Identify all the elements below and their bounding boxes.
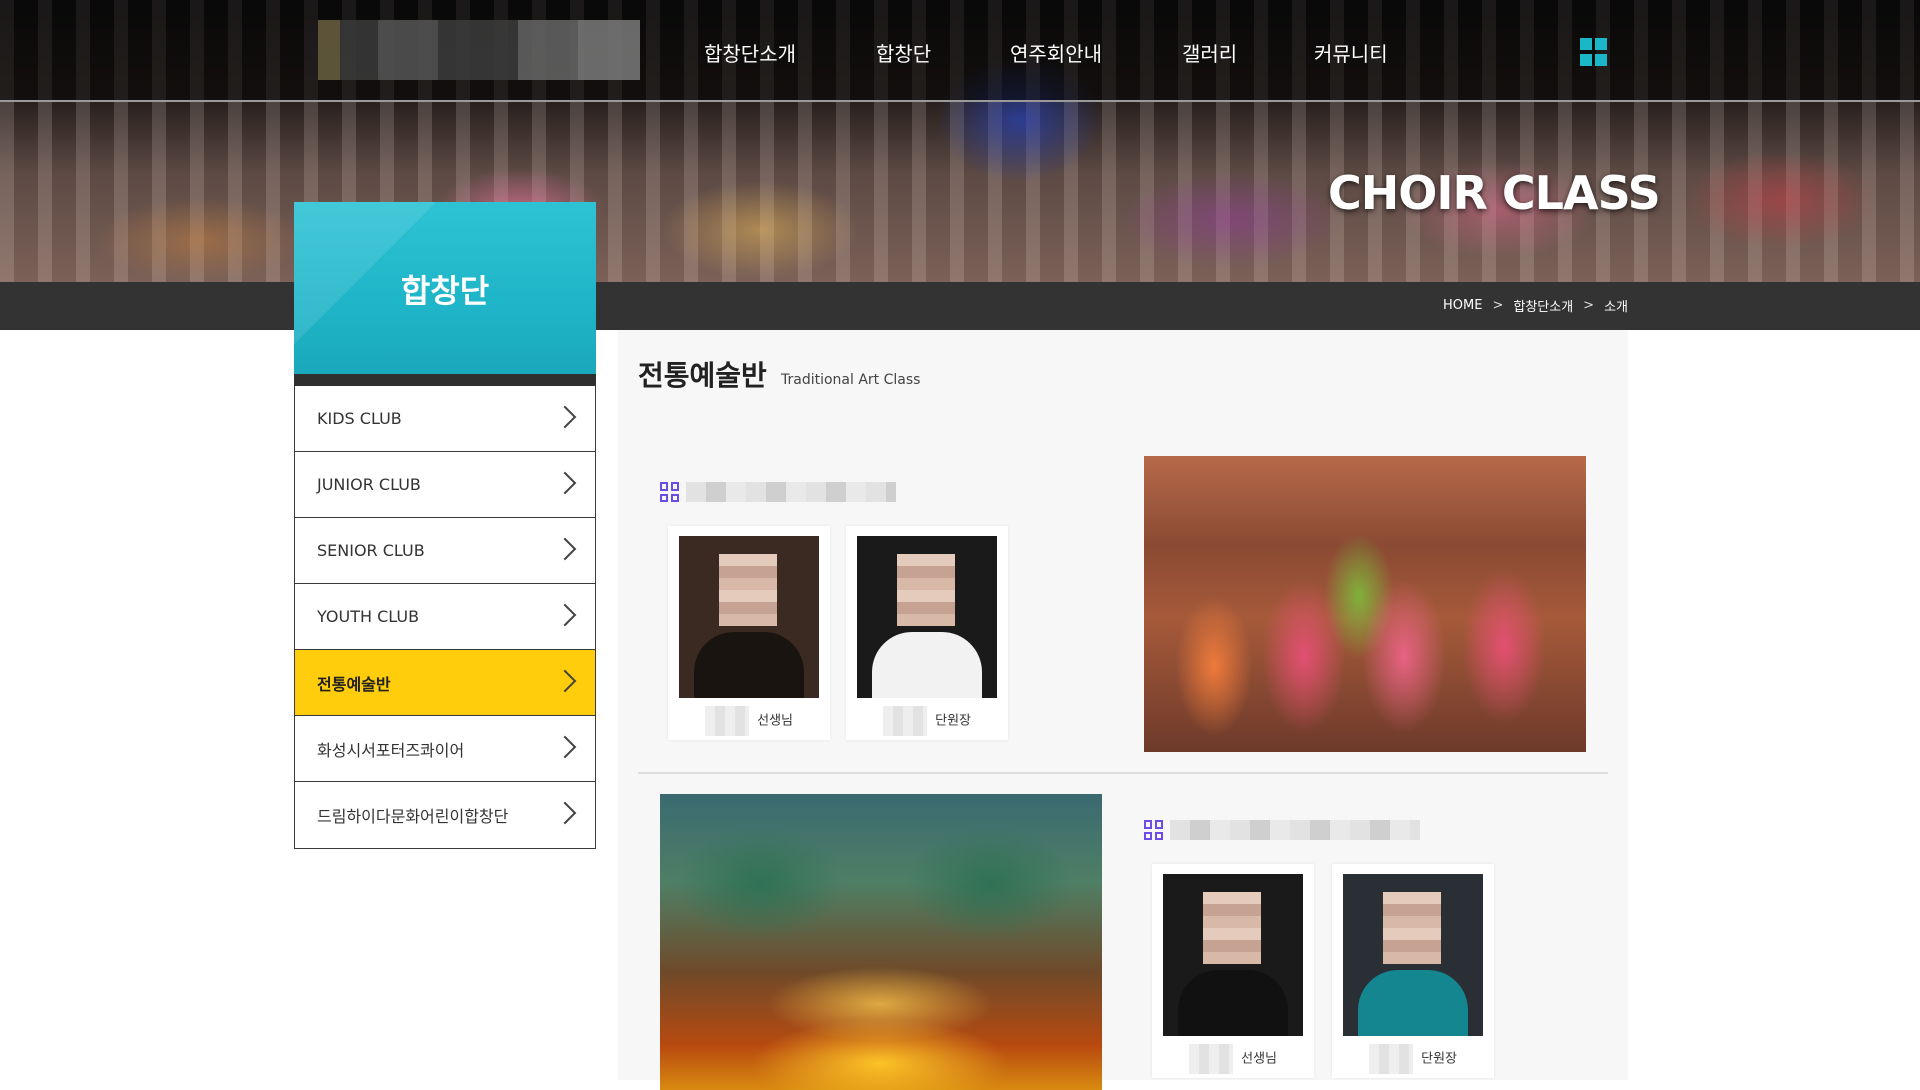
sidebar-item-label: YOUTH CLUB [317, 607, 420, 626]
sidebar-divider [294, 374, 596, 386]
page-title: 전통예술반 [638, 359, 767, 392]
chevron-right-icon [553, 669, 577, 693]
group-name-redacted [1170, 820, 1420, 840]
member-photo [679, 536, 819, 698]
member-name-redacted [1368, 1044, 1413, 1074]
grid-group-icon [1144, 820, 1164, 840]
sidebar-item-label: 전통예술반 [317, 674, 391, 694]
sidebar-menu: KIDS CLUB JUNIOR CLUB SENIOR CLUB YOUTH … [294, 386, 596, 849]
member-name-redacted [704, 706, 749, 736]
hero-title: CHOIR CLASS [1328, 166, 1661, 220]
sidebar-title: 합창단 [400, 272, 490, 310]
member-photo [1163, 874, 1303, 1036]
chevron-right-icon [553, 471, 577, 495]
member-card: 단원장 [1332, 864, 1494, 1078]
sidebar-item-label: JUNIOR CLUB [317, 475, 421, 494]
chevron-right-icon [553, 405, 577, 429]
breadcrumb: HOME > 합창단소개 > 소개 [1443, 296, 1628, 315]
site-logo[interactable] [318, 20, 640, 80]
chevron-right-icon [553, 801, 577, 825]
sidebar-item-hwaseong-supporters[interactable]: 화성시서포터즈콰이어 [295, 716, 595, 782]
header-rule [0, 100, 1920, 102]
sidebar-item-traditional-art[interactable]: 전통예술반 [295, 650, 595, 716]
nav-item-about[interactable]: 합창단소개 [704, 38, 796, 67]
breadcrumb-level2[interactable]: 소개 [1604, 296, 1628, 315]
section-divider [638, 772, 1608, 774]
sidebar-item-label: 화성시서포터즈콰이어 [317, 740, 465, 760]
member-photo [1343, 874, 1483, 1036]
member-photo [857, 536, 997, 698]
breadcrumb-home[interactable]: HOME [1443, 298, 1482, 313]
nav-item-choir[interactable]: 합창단 [876, 38, 931, 67]
sidebar-item-dreamhigh-choir[interactable]: 드림하이다문화어린이합창단 [295, 782, 595, 848]
chevron-right-icon [553, 537, 577, 561]
member-name-redacted [882, 706, 927, 736]
sidebar-item-senior-club[interactable]: SENIOR CLUB [295, 518, 595, 584]
page-subtitle: Traditional Art Class [781, 372, 921, 388]
breadcrumb-level1[interactable]: 합창단소개 [1513, 296, 1573, 315]
breadcrumb-separator: > [1492, 298, 1504, 313]
header-overlay [0, 0, 1920, 100]
grid-menu-icon[interactable] [1580, 38, 1608, 66]
sidebar-header: 합창단 [294, 202, 596, 374]
sidebar-item-label: SENIOR CLUB [317, 541, 425, 560]
dance-performance-photo [1144, 456, 1586, 752]
member-role: 선생님 [757, 713, 794, 729]
chevron-right-icon [553, 603, 577, 627]
breadcrumb-bar [0, 282, 1920, 330]
member-card: 선생님 [668, 526, 830, 740]
member-card: 단원장 [846, 526, 1008, 740]
nav-item-concerts[interactable]: 연주회안내 [1010, 38, 1102, 67]
sidebar-item-label: KIDS CLUB [317, 409, 402, 428]
group-name-redacted [686, 482, 896, 502]
nav-item-gallery[interactable]: 갤러리 [1182, 38, 1237, 67]
member-role: 선생님 [1241, 1051, 1278, 1067]
sidebar-item-youth-club[interactable]: YOUTH CLUB [295, 584, 595, 650]
sidebar-item-junior-club[interactable]: JUNIOR CLUB [295, 452, 595, 518]
sidebar-item-kids-club[interactable]: KIDS CLUB [295, 386, 595, 452]
hero-banner: 합창단소개 합창단 연주회안내 갤러리 커뮤니티 CHOIR CLASS [0, 0, 1920, 282]
member-name-redacted [1188, 1044, 1233, 1074]
grid-group-icon [660, 482, 680, 502]
chevron-right-icon [553, 735, 577, 759]
breadcrumb-separator: > [1583, 298, 1595, 313]
sidebar-item-label: 드림하이다문화어린이합창단 [317, 807, 509, 826]
member-role: 단원장 [935, 713, 972, 729]
stage-performance-photo [660, 794, 1102, 1090]
member-role: 단원장 [1421, 1051, 1458, 1067]
nav-item-community[interactable]: 커뮤니티 [1314, 38, 1388, 67]
member-card: 선생님 [1152, 864, 1314, 1078]
